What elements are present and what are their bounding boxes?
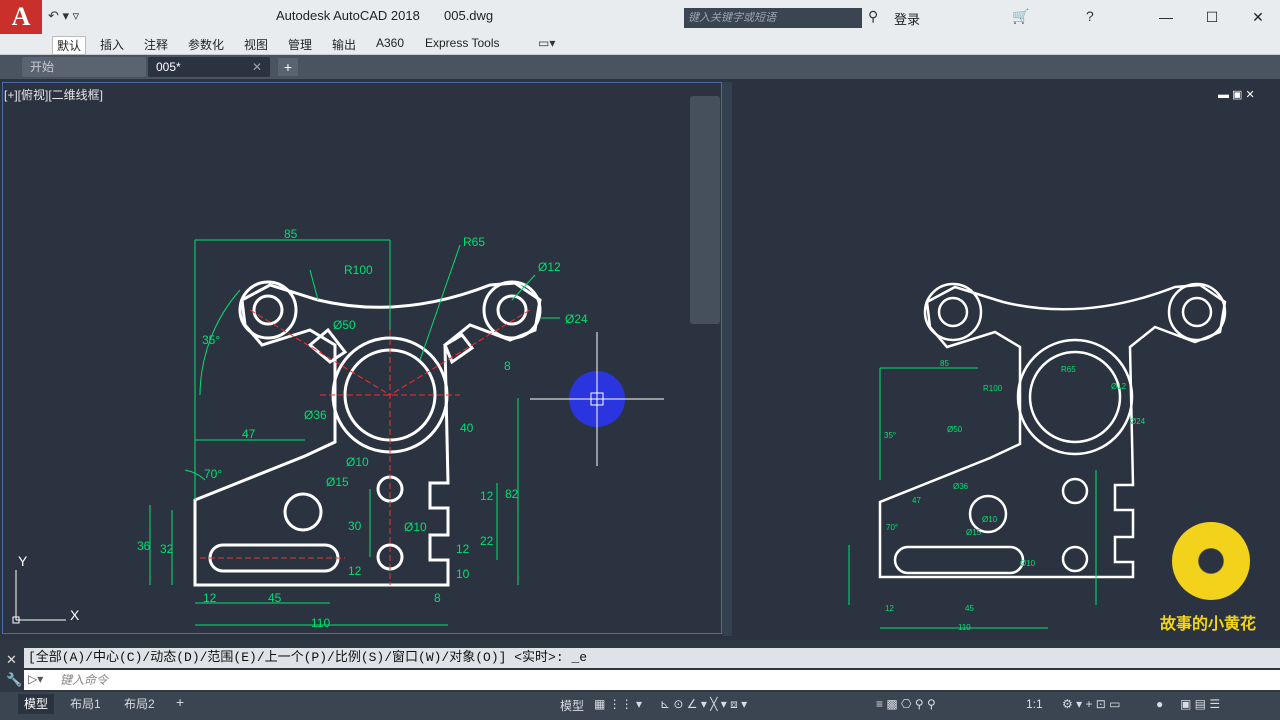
command-input[interactable]: 键入命令 [24,670,1280,690]
svg-text:R100: R100 [983,384,1003,393]
dim-r65: R65 [463,235,485,249]
ucs-icon [12,570,66,624]
svg-text:70°: 70° [886,523,898,532]
dim-d36: Ø36 [304,408,327,422]
dim-12c: 12 [456,542,470,556]
svg-text:Ø12: Ø12 [1111,382,1127,391]
lineweight-icons[interactable]: ≡ ▩ ⎔ ⚲ ⚲ [876,697,936,711]
dim-d50: Ø50 [333,318,356,332]
dim-12b: 12 [480,489,494,503]
dim-82: 82 [505,487,519,501]
circle-inner-left [252,294,284,326]
tab-layout2[interactable]: 布局2 [118,694,161,714]
svg-text:Ø36: Ø36 [953,482,969,491]
circle-outer-right [482,280,542,340]
svg-text:Ø10: Ø10 [982,515,998,524]
dimension-texts-small: 85 R100 R65 Ø12 Ø24 Ø50 35° Ø36 47 70° Ø… [884,359,1146,632]
dim-36: 36 [137,539,151,553]
svg-text:Ø15: Ø15 [966,528,982,537]
part-geometry-small [878,282,1227,579]
dim-12d: 12 [348,564,362,578]
tab-model[interactable]: 模型 [18,694,55,714]
dim-85: 85 [284,227,298,241]
model-space-toggle[interactable]: 模型 [560,697,584,714]
dim-30: 30 [348,519,362,533]
dim-d24: Ø24 [565,312,588,326]
annotation-scale[interactable]: 1:1 [1026,697,1043,711]
watermark-text: 故事的小黄花 [1160,616,1257,633]
svg-text:45: 45 [965,604,974,613]
dim-d10-bottom: Ø10 [404,520,427,534]
svg-text:Ø50: Ø50 [947,425,963,434]
dim-8b: 8 [434,591,441,605]
close-command-icon[interactable]: ✕ [6,652,17,668]
svg-text:R65: R65 [1061,365,1076,374]
tab-layout1[interactable]: 布局1 [64,694,107,714]
svg-text:Ø24: Ø24 [1130,417,1146,426]
dim-d12: Ø12 [538,260,561,274]
dim-45: 45 [268,591,282,605]
dim-32: 32 [160,542,174,556]
dimension-lines-small [848,367,1097,629]
svg-text:47: 47 [912,496,921,505]
circle-outer-left [238,280,298,340]
customize-wrench-icon[interactable]: 🔧 [6,672,22,688]
circle-d15 [283,492,323,532]
dim-35deg: 35° [202,333,220,347]
ucs-y-label: Y [18,553,28,569]
ucs-x-label: X [70,607,80,623]
svg-text:85: 85 [940,359,949,368]
svg-text:35°: 35° [884,431,896,440]
svg-text:12: 12 [885,604,894,613]
command-history: [全部(A)/中心(C)/动态(D)/范围(E)/上一个(P)/比例(S)/窗口… [24,648,1280,668]
crosshair-cursor [530,332,664,466]
dim-12e: 12 [203,591,217,605]
add-layout-button[interactable]: + [176,694,184,710]
dim-r100: R100 [344,263,373,277]
grid-icon[interactable]: ▦ ⋮⋮ ▾ [594,697,642,711]
dim-40: 40 [460,421,474,435]
dim-d15: Ø15 [326,475,349,489]
hardware-acceleration-icon[interactable]: ▣ ▤ ☰ [1180,697,1220,711]
isolate-icon[interactable]: ● [1156,697,1163,711]
drawing-canvas: 85 R100 R65 Ø12 Ø24 Ø50 35° 8 Ø36 47 40 … [12,227,1227,632]
dim-d10-top: Ø10 [346,455,369,469]
svg-text:Ø10: Ø10 [1020,559,1036,568]
dim-22: 22 [480,534,494,548]
svg-text:110: 110 [958,623,971,632]
snap-tools-icons[interactable]: ⊾ ⊙ ∠ ▾ ╳ ▾ ⧈ ▾ [660,697,747,712]
dim-47: 47 [242,427,256,441]
command-prompt-icon[interactable]: ▷▾ [28,672,43,686]
dim-110: 110 [311,616,330,630]
dim-8: 8 [504,359,511,373]
sunflower-logo-icon [1172,522,1250,600]
dim-10: 10 [456,567,470,581]
circle-inner-right [496,294,528,326]
workspace-icons[interactable]: ⚙ ▾ + ⊡ ▭ [1062,697,1121,711]
rib-slot-right [443,333,475,365]
dim-70deg: 70° [204,467,222,481]
